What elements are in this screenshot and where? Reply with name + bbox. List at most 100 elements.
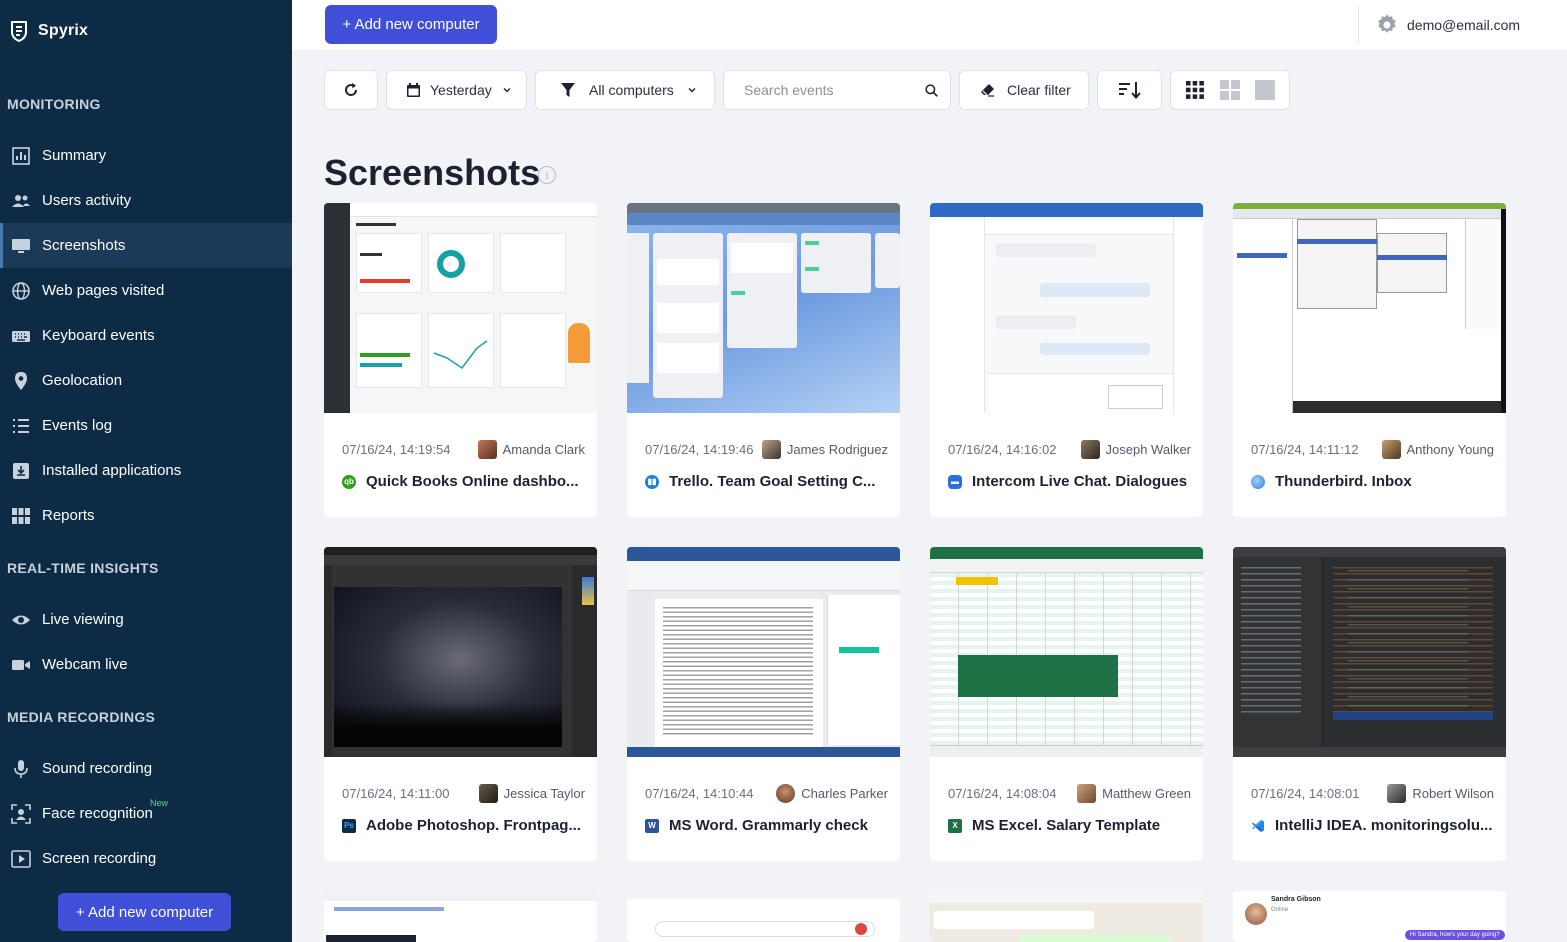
sidebar-item-events-log[interactable]: Events log — [0, 403, 292, 448]
search-icon[interactable] — [925, 82, 938, 99]
sidebar-item-reports[interactable]: Reports — [0, 493, 292, 538]
screenshot-thumbnail[interactable] — [930, 891, 1203, 942]
sidebar-item-summary[interactable]: Summary — [0, 133, 292, 178]
face-scan-icon — [10, 803, 32, 825]
sidebar-item-sound-recording[interactable]: Sound recording — [0, 746, 292, 791]
screenshot-card[interactable]: 07/16/24, 14:19:54 Amanda Clark qb Quick… — [324, 203, 597, 517]
sidebar-item-label: Summary — [42, 147, 107, 164]
refresh-icon — [345, 83, 358, 96]
eraser-icon — [981, 84, 994, 97]
eye-icon — [10, 609, 32, 631]
date-filter-dropdown[interactable]: Yesterday — [386, 70, 527, 110]
small-grid-icon — [1185, 81, 1204, 99]
sidebar-item-label: Reports — [42, 507, 95, 524]
computers-filter-dropdown[interactable]: All computers — [535, 70, 715, 110]
view-small-grid-button[interactable] — [1183, 78, 1207, 102]
section-media-recordings: MEDIA RECORDINGS — [7, 709, 156, 725]
location-pin-icon — [10, 370, 32, 392]
screenshot-thumbnail-quickbooks[interactable] — [324, 203, 597, 413]
screenshot-card[interactable] — [930, 891, 1203, 942]
screenshot-card[interactable]: 07/16/24, 14:08:01 Robert Wilson Intelli… — [1233, 547, 1506, 861]
screenshot-thumbnail[interactable] — [324, 891, 597, 942]
screenshot-time: 07/16/24, 14:16:02 — [948, 442, 1057, 457]
user-menu[interactable]: demo@email.com — [1358, 6, 1520, 44]
microphone-icon — [10, 758, 32, 780]
screenshot-thumbnail-photoshop[interactable] — [324, 547, 597, 757]
screenshot-user[interactable]: Joseph Walker — [1080, 440, 1191, 459]
screenshot-thumbnail-chat[interactable]: Sandra Gibson Online Hi Sandra, how's yo… — [1233, 891, 1506, 942]
sidebar-item-webcam-live[interactable]: Webcam live — [0, 642, 292, 687]
word-icon: W — [645, 818, 659, 833]
user-name: Robert Wilson — [1412, 786, 1494, 801]
user-name: Matthew Green — [1102, 786, 1191, 801]
screenshot-user[interactable]: Anthony Young — [1381, 440, 1494, 459]
brand-name: Spyrix — [38, 22, 89, 39]
screenshot-card[interactable] — [627, 891, 900, 942]
sidebar-item-web-pages-visited[interactable]: Web pages visited — [0, 268, 292, 313]
monitor-icon — [10, 235, 32, 257]
screenshot-meta: 07/16/24, 14:11:12 Anthony Young — [1251, 440, 1494, 459]
search-input[interactable] — [744, 82, 925, 98]
screenshot-user[interactable]: James Rodriguez — [761, 440, 888, 459]
screenshot-user[interactable]: Matthew Green — [1077, 784, 1191, 803]
medium-grid-icon — [1219, 80, 1240, 100]
screenshot-card[interactable]: 07/16/24, 14:16:02 Joseph Walker ▬ Inter… — [930, 203, 1203, 517]
screenshot-app: ▬ Intercom Live Chat. Dialogues — [948, 473, 1193, 490]
gear-icon[interactable] — [1375, 13, 1399, 37]
screenshot-thumbnail-word[interactable] — [627, 547, 900, 757]
info-icon[interactable]: i — [538, 166, 556, 184]
screenshot-card[interactable] — [324, 891, 597, 942]
clear-filter-label: Clear filter — [1007, 82, 1071, 98]
screenshot-time: 07/16/24, 14:19:54 — [342, 442, 451, 457]
chat-contact-name: Sandra Gibson — [1271, 896, 1321, 903]
screenshot-thumbnail-trello[interactable] — [627, 203, 900, 413]
keyboard-icon — [10, 325, 32, 347]
screenshot-app: IntelliJ IDEA. monitoringsolu... — [1251, 817, 1496, 834]
add-computer-button[interactable]: + Add new computer — [325, 5, 497, 44]
screenshot-app: Thunderbird. Inbox — [1251, 473, 1496, 490]
screenshot-card[interactable]: 07/16/24, 14:11:12 Anthony Young Thunder… — [1233, 203, 1506, 517]
screenshot-user[interactable]: Robert Wilson — [1387, 784, 1494, 803]
avatar — [1080, 440, 1100, 459]
screenshot-thumbnail-excel[interactable] — [930, 547, 1203, 757]
sort-button[interactable] — [1097, 70, 1162, 110]
screenshot-card[interactable]: 07/16/24, 14:08:04 Matthew Green X MS Ex… — [930, 547, 1203, 861]
refresh-button[interactable] — [324, 70, 378, 110]
view-medium-grid-button[interactable] — [1218, 78, 1242, 102]
sidebar-item-keyboard-events[interactable]: Keyboard events — [0, 313, 292, 358]
screenshot-user[interactable]: Charles Parker — [776, 784, 888, 803]
sidebar-add-computer-button[interactable]: + Add new computer — [58, 893, 231, 931]
screenshot-card[interactable]: 07/16/24, 14:11:00 Jessica Taylor Ps Ado… — [324, 547, 597, 861]
screenshot-user[interactable]: Amanda Clark — [477, 440, 585, 459]
sidebar-item-geolocation[interactable]: Geolocation — [0, 358, 292, 403]
sidebar-item-users-activity[interactable]: Users activity — [0, 178, 292, 223]
large-view-icon — [1255, 80, 1276, 100]
screenshot-thumbnail-thunderbird[interactable] — [1233, 203, 1506, 413]
sort-icon — [1118, 82, 1141, 99]
sidebar-item-live-viewing[interactable]: Live viewing — [0, 597, 292, 642]
screenshot-card[interactable]: 07/16/24, 14:10:44 Charles Parker W MS W… — [627, 547, 900, 861]
list-icon — [10, 415, 32, 437]
play-screen-icon — [10, 848, 32, 870]
sidebar-item-face-recognition[interactable]: Face recognition — [0, 791, 292, 836]
screenshot-user[interactable]: Jessica Taylor — [478, 784, 585, 803]
screenshot-thumbnail-intercom[interactable] — [930, 203, 1203, 413]
screenshot-meta: 07/16/24, 14:08:04 Matthew Green — [948, 784, 1191, 803]
brand-logo[interactable]: Spyrix — [10, 20, 88, 42]
avatar — [1387, 784, 1407, 803]
screenshot-time: 07/16/24, 14:10:44 — [645, 786, 754, 801]
avatar — [478, 784, 498, 803]
clear-filter-button[interactable]: Clear filter — [959, 70, 1089, 110]
sidebar-item-installed-applications[interactable]: Installed applications — [0, 448, 292, 493]
screenshot-card[interactable]: 07/16/24, 14:19:46 James Rodriguez ▮▮ Tr… — [627, 203, 900, 517]
sidebar-item-screenshots[interactable]: Screenshots — [0, 223, 292, 268]
screenshot-thumbnail-intellij[interactable] — [1233, 547, 1506, 757]
user-name: Charles Parker — [801, 786, 888, 801]
view-large-button[interactable] — [1253, 78, 1277, 102]
users-icon — [10, 190, 32, 212]
screenshot-thumbnail[interactable] — [627, 891, 900, 942]
sidebar-item-screen-recording[interactable]: Screen recording — [0, 836, 292, 881]
trello-icon: ▮▮ — [645, 474, 659, 489]
video-camera-icon — [10, 654, 32, 676]
screenshot-card[interactable]: Sandra Gibson Online Hi Sandra, how's yo… — [1233, 891, 1506, 942]
